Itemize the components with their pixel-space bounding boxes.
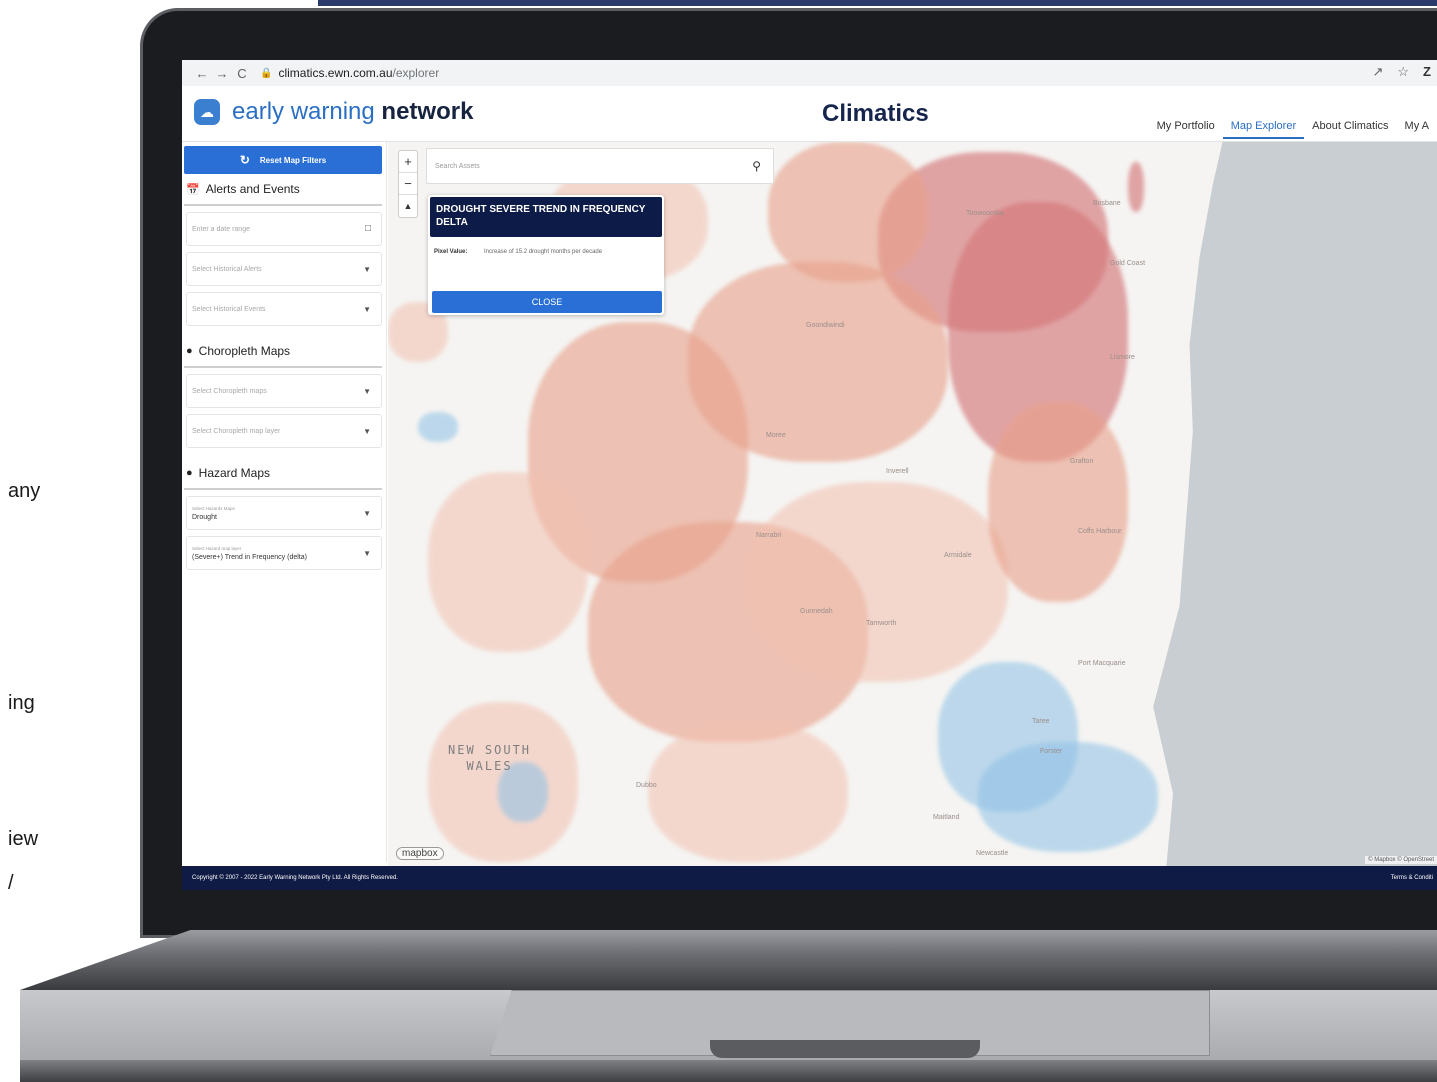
- slide-text-fragment: any: [8, 480, 41, 502]
- calendar-icon: 📅: [186, 183, 200, 196]
- place-label: Forster: [1040, 748, 1063, 755]
- place-label: Narrabri: [756, 532, 782, 539]
- z-icon[interactable]: Z: [1423, 64, 1431, 80]
- url-path: /explorer: [392, 66, 440, 80]
- refresh-icon: ↻: [239, 153, 250, 167]
- place-label: Tamworth: [866, 620, 897, 627]
- browser-toolbar: ← → C 🔒 climatics.ewn.com.au/explorer ↗ …: [182, 60, 1437, 86]
- chevron-down-icon: ▼: [363, 509, 371, 518]
- laptop-base: [20, 930, 1437, 1082]
- place-label: Gold Coast: [1110, 260, 1146, 267]
- star-icon[interactable]: ☆: [1397, 64, 1409, 80]
- map-attribution[interactable]: © Mapbox © OpenStreet: [1365, 856, 1437, 864]
- logo-text: early warning network: [232, 98, 474, 125]
- date-range-input[interactable]: Enter a date range □: [186, 212, 382, 246]
- compass-button[interactable]: ▲: [399, 195, 417, 217]
- app-header: ☁ early warning network Climatics My Por…: [182, 86, 1437, 142]
- choropleth-section-title: ● Choropleth Maps: [184, 336, 382, 368]
- chevron-down-icon: ▼: [363, 549, 371, 558]
- place-label: Dubbo: [636, 782, 657, 789]
- globe-icon: ●: [186, 467, 193, 479]
- place-label: Taree: [1032, 718, 1050, 725]
- lock-icon: 🔒: [260, 67, 273, 79]
- zoom-in-button[interactable]: +: [399, 151, 417, 173]
- footer: Copyright © 2007 - 2022 Early Warning Ne…: [182, 866, 1437, 890]
- reset-map-filters-button[interactable]: ↻ Reset Map Filters: [184, 146, 382, 174]
- forward-icon[interactable]: →: [212, 66, 232, 81]
- browser-actions: ↗ ☆ Z: [1372, 64, 1431, 80]
- mapbox-logo[interactable]: mapbox: [396, 847, 444, 860]
- popup-row: Pixel Value: Increase of 15.2 drought mo…: [428, 239, 664, 258]
- asset-search-input[interactable]: Search Assets ⚲: [426, 148, 774, 184]
- chevron-down-icon: ▼: [363, 305, 371, 314]
- nav-about-climatics[interactable]: About Climatics: [1304, 120, 1396, 139]
- ewn-logo[interactable]: ☁ early warning network: [194, 98, 473, 126]
- alerts-section-title: 📅 Alerts and Events: [184, 174, 382, 206]
- url-host: climatics.ewn.com.au: [278, 66, 393, 80]
- opening-notch: [710, 1040, 980, 1058]
- slide-text-fragment: /: [8, 872, 14, 894]
- hazard-section-title: ● Hazard Maps: [184, 458, 382, 490]
- popup-key: Pixel Value:: [434, 249, 468, 255]
- place-label: Goondiwindi: [806, 322, 845, 329]
- globe-icon: ●: [186, 345, 193, 357]
- choropleth-layer-select[interactable]: Select Choropleth map layer ▼: [186, 414, 382, 448]
- pixel-info-popup: DROUGHT SEVERE TREND IN FREQUENCY DELTA …: [428, 195, 664, 315]
- page-title: Climatics: [822, 100, 929, 127]
- hazard-layer-select[interactable]: Select Hazard map layer (Severe+) Trend …: [186, 536, 382, 570]
- top-nav: My Portfolio Map Explorer About Climatic…: [1149, 120, 1437, 139]
- place-label: Maitland: [933, 814, 960, 821]
- hazard-map[interactable]: Toowoomba Brisbane Gold Coast Lismore Mo…: [388, 142, 1437, 866]
- screen: ← → C 🔒 climatics.ewn.com.au/explorer ↗ …: [182, 60, 1437, 890]
- popup-value: Increase of 15.2 drought months per deca…: [484, 249, 603, 255]
- place-label: Grafton: [1070, 458, 1094, 465]
- calendar-icon[interactable]: □: [365, 223, 371, 234]
- choropleth-map-select[interactable]: Select Choropleth maps ▼: [186, 374, 382, 408]
- place-label: Moree: [766, 432, 786, 439]
- hazard-map-select[interactable]: Select Hazards Maps Drought ▼: [186, 496, 382, 530]
- nav-map-explorer[interactable]: Map Explorer: [1222, 120, 1305, 139]
- search-icon[interactable]: ⚲: [752, 159, 761, 173]
- place-label: Coffs Harbour: [1078, 528, 1122, 535]
- cloud-icon: ☁: [194, 99, 220, 125]
- address-bar[interactable]: 🔒 climatics.ewn.com.au/explorer: [260, 66, 439, 80]
- place-label: Lismore: [1110, 354, 1135, 361]
- slide: any ing iew / ← → C 🔒 climatics.ewn.com.…: [0, 0, 1437, 1082]
- chevron-down-icon: ▼: [363, 265, 371, 274]
- place-label: Toowoomba: [966, 210, 1004, 217]
- nav-my-account[interactable]: My A: [1397, 120, 1437, 139]
- close-button[interactable]: CLOSE: [432, 291, 662, 313]
- place-label: Inverell: [886, 468, 909, 475]
- map-zoom-controls: + − ▲: [398, 150, 418, 218]
- back-icon[interactable]: ←: [192, 66, 212, 81]
- historical-alerts-select[interactable]: Select Historical Alerts ▼: [186, 252, 382, 286]
- chevron-down-icon: ▼: [363, 387, 371, 396]
- place-label: Armidale: [944, 552, 972, 559]
- terms-link[interactable]: Terms & Conditi: [1391, 875, 1433, 881]
- place-label: Gunnedah: [800, 608, 833, 615]
- chevron-down-icon: ▼: [363, 427, 371, 436]
- share-icon[interactable]: ↗: [1372, 64, 1383, 80]
- slide-text-fragment: iew: [8, 828, 39, 850]
- laptop-top-strip: [318, 0, 1437, 6]
- copyright-text: Copyright © 2007 - 2022 Early Warning Ne…: [192, 875, 398, 881]
- popup-title: DROUGHT SEVERE TREND IN FREQUENCY DELTA: [430, 197, 662, 237]
- reset-label: Reset Map Filters: [259, 155, 327, 165]
- place-label: Brisbane: [1093, 200, 1121, 207]
- zoom-out-button[interactable]: −: [399, 173, 417, 195]
- reload-icon[interactable]: C: [232, 66, 252, 81]
- keyboard-area: [20, 930, 1437, 990]
- nav-my-portfolio[interactable]: My Portfolio: [1149, 120, 1223, 139]
- slide-text-fragment: ing: [8, 692, 35, 714]
- place-label: Newcastle: [976, 850, 1009, 857]
- filter-sidebar: ↻ Reset Map Filters 📅 Alerts and Events …: [182, 142, 387, 862]
- state-label: NEW SOUTH WALES: [448, 743, 532, 773]
- place-label: Port Macquarie: [1078, 660, 1126, 667]
- historical-events-select[interactable]: Select Historical Events ▼: [186, 292, 382, 326]
- laptop-edge: [20, 1060, 1437, 1082]
